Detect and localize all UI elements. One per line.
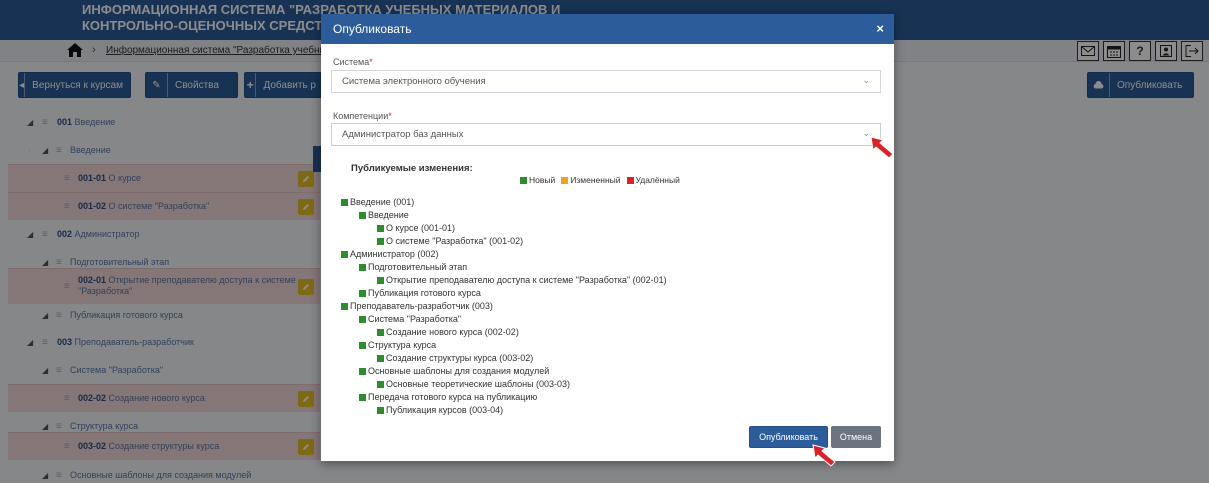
change-item: Введение: [359, 209, 409, 221]
change-item: Передача готового курса на публикацию: [359, 391, 537, 403]
competence-select[interactable]: Администратор баз данных ⌄: [331, 123, 881, 146]
close-icon[interactable]: ×: [876, 21, 884, 36]
change-item: Основные шаблоны для создания модулей: [359, 365, 549, 377]
chevron-down-icon: ⌄: [862, 75, 870, 85]
change-item: О системе "Разработка" (001-02): [377, 235, 523, 247]
change-item: Открытие преподавателю доступа к системе…: [377, 274, 667, 286]
legend-deleted: Удалённый: [626, 175, 680, 185]
changes-legend: Новый Измененный Удалённый: [520, 175, 680, 185]
system-label: Система*: [333, 57, 373, 67]
changes-title: Публикуемые изменения:: [351, 163, 473, 174]
change-item: Структура курса: [359, 339, 436, 351]
change-item: Публикация курсов (003-04): [377, 404, 503, 416]
dialog-title: Опубликовать: [333, 22, 412, 36]
annotation-arrow-icon: [870, 136, 894, 159]
change-item: Публикация готового курса: [359, 287, 481, 299]
legend-changed: Измененный: [561, 175, 621, 185]
change-item: Преподаватель-разработчик (003): [341, 300, 493, 312]
legend-new: Новый: [520, 175, 555, 185]
change-item: Система "Разработка": [359, 313, 461, 325]
publish-dialog: Опубликовать × Система* Система электрон…: [321, 14, 894, 461]
change-item: Создание нового курса (002-02): [377, 326, 519, 338]
change-item: Создание структуры курса (003-02): [377, 352, 533, 364]
annotation-arrow-icon: [812, 444, 836, 467]
change-item: Подготовительный этап: [359, 261, 467, 273]
dialog-header: Опубликовать ×: [321, 14, 894, 44]
competence-label: Компетенции*: [333, 111, 392, 121]
cancel-button[interactable]: Отмена: [831, 426, 881, 448]
change-item: Введение (001): [341, 196, 414, 208]
change-item: Основные теоретические шаблоны (003-03): [377, 378, 570, 390]
change-item: Администратор (002): [341, 248, 438, 260]
system-select[interactable]: Система электронного обучения ⌄: [331, 70, 881, 93]
change-item: О курсе (001-01): [377, 222, 455, 234]
